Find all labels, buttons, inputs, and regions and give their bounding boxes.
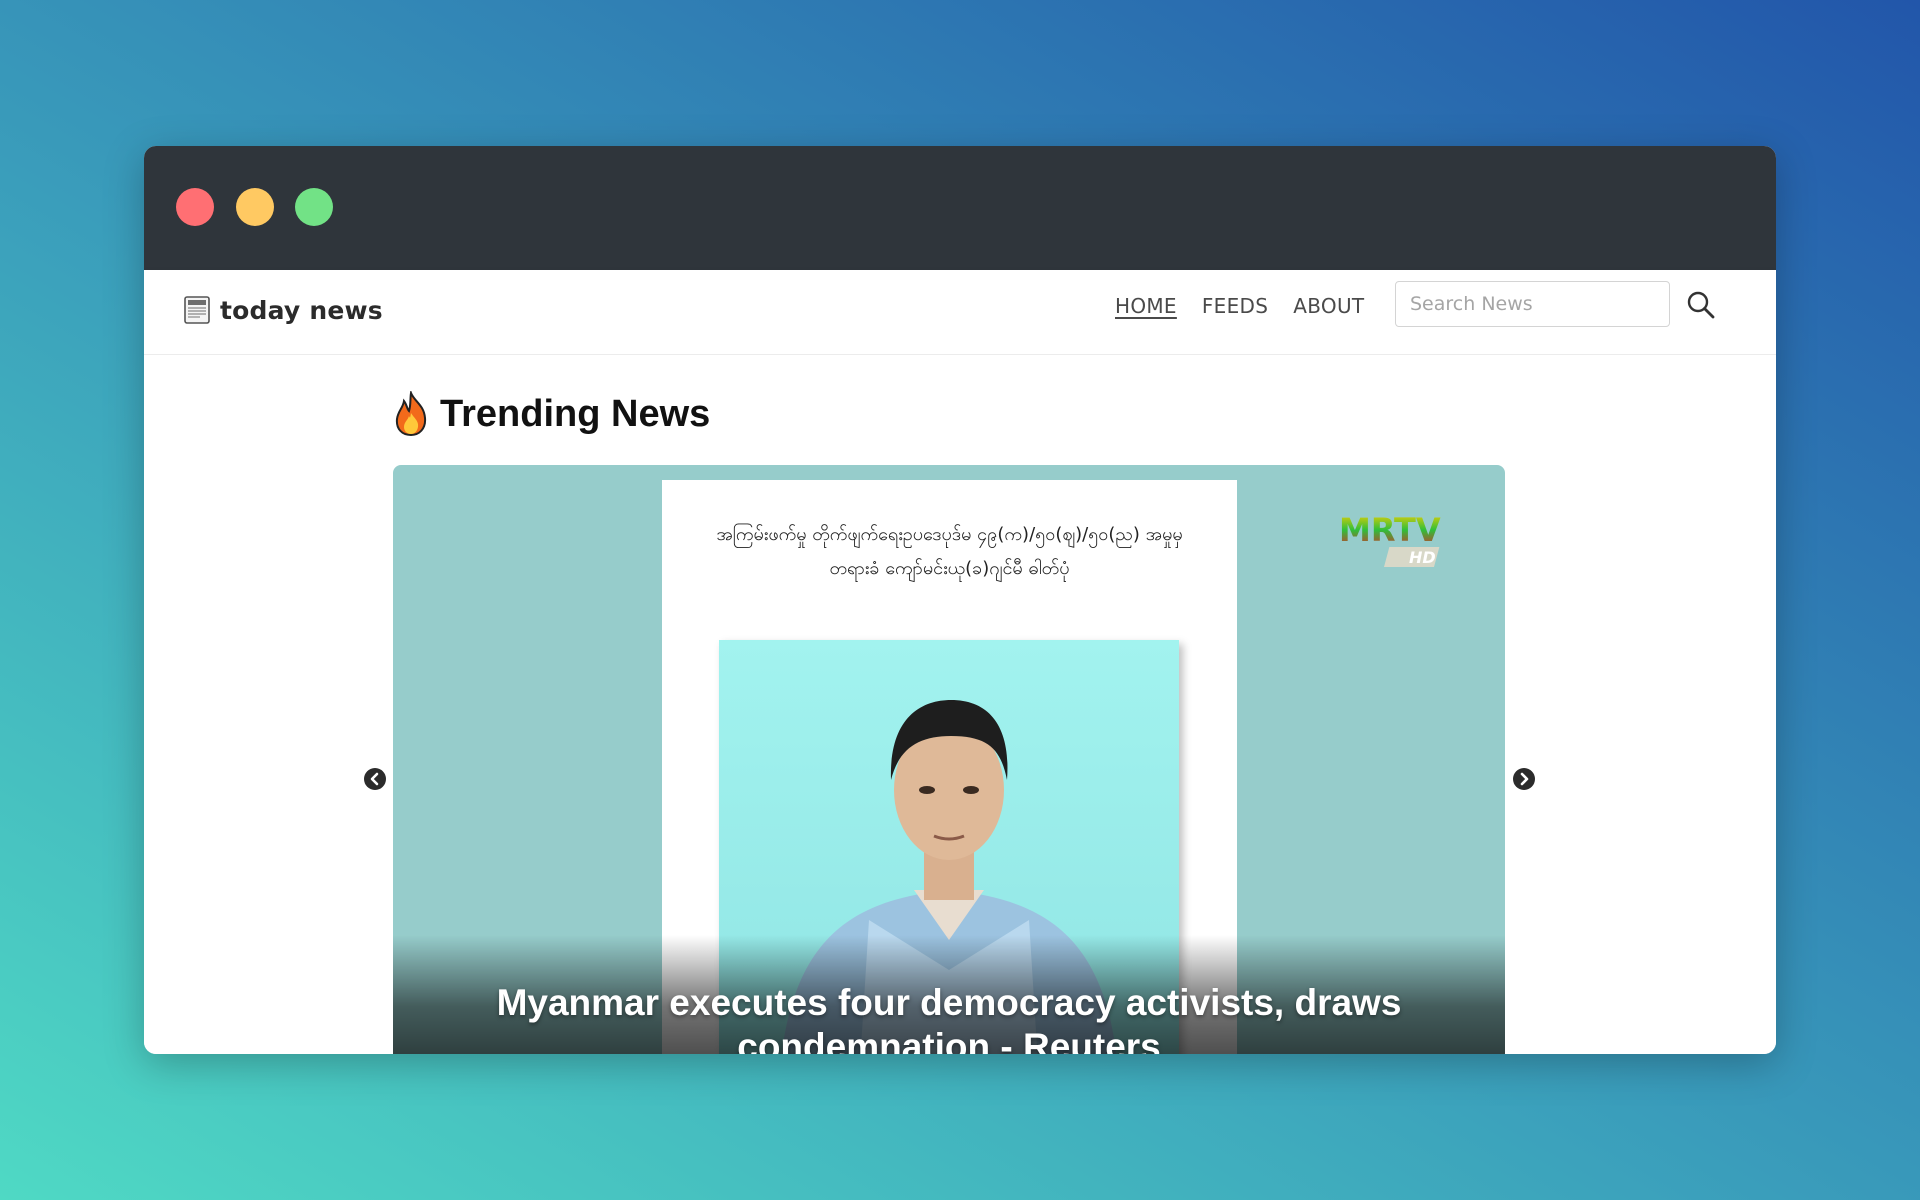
brand-name: today news	[220, 295, 383, 325]
trending-carousel[interactable]: အကြမ်းဖက်မှု တိုက်ဖျက်ရေးဥပဒေပုဒ်မ ၄၉(က)…	[393, 465, 1505, 1054]
nav-link-about[interactable]: ABOUT	[1293, 294, 1364, 318]
slide-headline[interactable]: Myanmar executes four democracy activist…	[393, 981, 1505, 1054]
maximize-window-button[interactable]	[295, 188, 333, 226]
nav-link-home[interactable]: HOME	[1115, 294, 1177, 318]
trending-header: Trending News	[392, 391, 710, 437]
nav-links: HOME FEEDS ABOUT	[1115, 294, 1364, 318]
chevron-right-circle-icon[interactable]	[1512, 767, 1536, 791]
close-window-button[interactable]	[176, 188, 214, 226]
minimize-window-button[interactable]	[236, 188, 274, 226]
section-title: Trending News	[440, 392, 711, 435]
nav-link-feeds[interactable]: FEEDS	[1202, 294, 1268, 318]
svg-text:MRTV: MRTV	[1339, 511, 1441, 549]
main-content: Trending News အကြမ်းဖက်မှု တိုက်ဖျက်ရေးဥ…	[144, 355, 1776, 1054]
brand-link[interactable]: today news	[184, 290, 383, 330]
newspaper-icon	[184, 296, 210, 324]
mrtv-logo: MRTV HD	[1339, 511, 1441, 567]
browser-window: today news HOME FEEDS ABOUT Trending New…	[144, 146, 1776, 1054]
fire-icon	[395, 391, 427, 437]
window-titlebar	[144, 146, 1776, 270]
svg-text:HD: HD	[1409, 548, 1436, 567]
chevron-left-circle-icon[interactable]	[363, 767, 387, 791]
search-icon[interactable]	[1686, 290, 1716, 320]
image-caption: အကြမ်းဖက်မှု တိုက်ဖျက်ရေးဥပဒေပုဒ်မ ၄၉(က)…	[716, 524, 1183, 579]
top-navbar: today news HOME FEEDS ABOUT	[144, 270, 1776, 355]
search-input[interactable]	[1395, 281, 1670, 327]
